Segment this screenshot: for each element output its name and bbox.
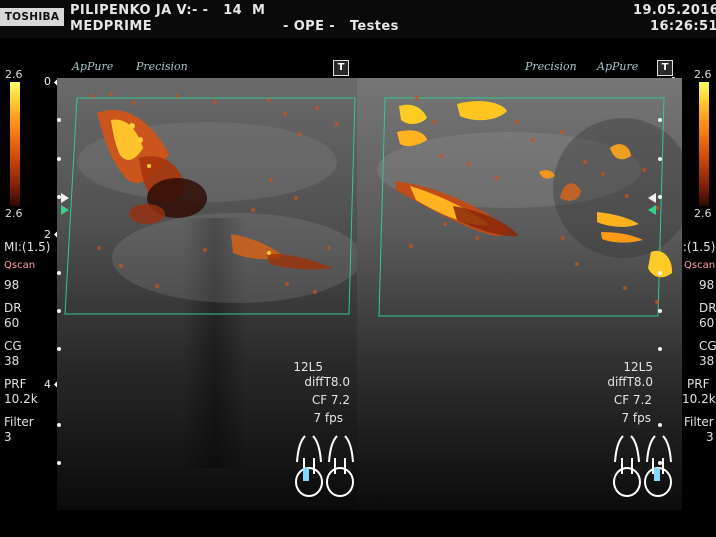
- left-scale-dot: [57, 309, 61, 313]
- exam-date: 19.05.2016: [633, 3, 716, 18]
- right-prf-label: PRF: [687, 377, 710, 391]
- right-probe-mode: diffT8.0: [607, 375, 653, 389]
- precision-logo-right: Precision: [525, 60, 577, 73]
- right-scale-dot: [658, 347, 662, 351]
- left-depth-0: 0: [44, 75, 51, 88]
- left-scale-dot: [57, 461, 61, 465]
- right-gain-value: 98: [699, 278, 715, 292]
- brand-logo: TOSHIBA: [0, 8, 64, 26]
- left-scale-dot: [57, 271, 61, 275]
- left-prf-value: 10.2k: [4, 392, 38, 406]
- right-colorbar-top-label: 2.6: [694, 68, 712, 81]
- right-doppler-image: 12L5 diffT8.0 CF 7.2 7 fps: [357, 78, 693, 510]
- right-focus-marker-icon: [648, 193, 656, 203]
- right-cg-label: CG: [699, 339, 716, 353]
- active-image-marker-icon: T: [333, 60, 349, 76]
- left-cf: CF 7.2: [312, 393, 350, 407]
- header-bar: TOSHIBA PILIPENKO JA V:- - 14 M MEDPRIME…: [0, 0, 716, 38]
- left-gain-value: 98: [4, 278, 20, 292]
- left-prf-label: PRF: [4, 377, 27, 391]
- right-dr-label: DR: [699, 301, 716, 315]
- left-fps: 7 fps: [313, 411, 343, 425]
- left-dr-value: 60: [4, 316, 20, 330]
- right-scale-dot: [658, 271, 662, 275]
- right-filter-value: 3: [706, 430, 714, 444]
- right-focus-color-marker-icon: [648, 205, 656, 215]
- left-qscan-label: Qscan: [4, 260, 36, 271]
- right-colorbar: [699, 82, 709, 206]
- left-cg-label: CG: [4, 339, 22, 353]
- right-scale-dot: [658, 157, 662, 161]
- exam-preset: - OPE - Testes: [283, 19, 399, 34]
- apure-logo-left: ApPure: [72, 60, 114, 73]
- left-filter-value: 3: [4, 430, 12, 444]
- left-scale-dot: [57, 347, 61, 351]
- left-scale-dot: [57, 157, 61, 161]
- left-depth-2: 2: [44, 228, 51, 241]
- left-scale-dot: [57, 118, 61, 122]
- left-probe-mode: diffT8.0: [304, 375, 350, 389]
- right-scale-dot: [658, 118, 662, 122]
- left-depth-4: 4: [44, 378, 51, 391]
- left-scale-dot: [57, 423, 61, 427]
- left-colorbar: [10, 82, 20, 206]
- right-colorbar-bottom-label: 2.6: [694, 207, 712, 220]
- apure-logo-right: ApPure: [597, 60, 639, 73]
- right-cf: CF 7.2: [614, 393, 652, 407]
- left-colorbar-bottom-label: 2.6: [5, 207, 23, 220]
- right-scale-dot: [658, 423, 662, 427]
- right-probe-model: 12L5: [623, 360, 653, 374]
- precision-logo-left: Precision: [136, 60, 188, 73]
- right-filter-label: Filter: [684, 415, 714, 429]
- left-colorbar-top-label: 2.6: [5, 68, 23, 81]
- right-scale-dot: [658, 309, 662, 313]
- patient-info: PILIPENKO JA V:- - 14 M: [70, 3, 266, 18]
- right-qscan-label: Qscan: [684, 260, 716, 271]
- right-dr-value: 60: [699, 316, 715, 330]
- left-probe-model: 12L5: [293, 360, 323, 374]
- right-cg-value: 38: [699, 354, 715, 368]
- left-mi-label: MI:(1.5): [4, 240, 51, 254]
- right-fps: 7 fps: [621, 411, 651, 425]
- right-prf-value: 10.2k: [682, 392, 716, 406]
- right-image-marker-icon: T: [657, 60, 673, 76]
- left-doppler-image: 12L5 diffT8.0 CF 7.2 7 fps: [57, 78, 362, 510]
- institution-name: MEDPRIME: [70, 19, 152, 34]
- exam-time: 16:26:51: [650, 19, 716, 34]
- left-dr-label: DR: [4, 301, 22, 315]
- left-focus-marker-icon: [61, 193, 69, 203]
- right-scale-dot: [658, 461, 662, 465]
- left-cg-value: 38: [4, 354, 20, 368]
- left-focus-color-marker-icon: [61, 205, 69, 215]
- left-filter-label: Filter: [4, 415, 34, 429]
- right-scale-dot: [658, 195, 662, 199]
